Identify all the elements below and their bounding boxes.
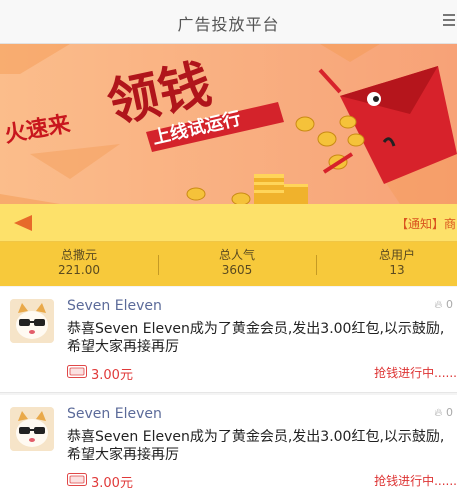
- like-count[interactable]: 🔥︎ 0: [434, 298, 453, 312]
- amount-value: 3.00元: [91, 368, 133, 383]
- top-bar: 广告投放平台: [0, 0, 457, 44]
- feed-message: 恭喜Seven Eleven成为了黄金会员,发出3.00红包,以示鼓励,希望大家…: [67, 321, 445, 355]
- user-name[interactable]: Seven Eleven: [67, 298, 162, 314]
- red-packet-icon: [67, 365, 87, 378]
- notice-bar[interactable]: 【通知】商: [0, 204, 457, 242]
- flame-icon: 🔥︎: [434, 406, 443, 419]
- stat-total-amount: 总撒元 221.00: [29, 248, 129, 278]
- stat-total-users: 总用户 13: [347, 248, 447, 278]
- speaker-icon: [14, 215, 32, 231]
- app-screen: 广告投放平台 火速来 领钱 上线试运行 【通知】商 总撒元 221.00 总人气…: [0, 0, 457, 496]
- feed-item[interactable]: Seven Eleven 🔥︎ 0 恭喜Seven Eleven成为了黄金会员,…: [0, 287, 457, 393]
- feed-item[interactable]: Seven Eleven 🔥︎ 0 恭喜Seven Eleven成为了黄金会员,…: [0, 395, 457, 496]
- like-count-value: 0: [446, 406, 453, 419]
- avatar[interactable]: [10, 299, 54, 343]
- stat-value: 13: [389, 263, 405, 277]
- amount-value: 3.00元: [91, 476, 133, 491]
- stats-bar: 总撒元 221.00 总人气 3605 总用户 13: [0, 242, 457, 286]
- stat-label: 总人气: [218, 248, 255, 262]
- user-name[interactable]: Seven Eleven: [67, 406, 162, 422]
- stat-divider: [316, 255, 317, 275]
- stat-value: 3605: [221, 263, 253, 277]
- menu-icon[interactable]: [443, 14, 457, 28]
- notice-text: 【通知】商: [396, 217, 457, 231]
- grab-status-link[interactable]: 抢钱进行中......: [374, 472, 457, 489]
- feed-message: 恭喜Seven Eleven成为了黄金会员,发出3.00红包,以示鼓励,希望大家…: [67, 429, 445, 463]
- stat-divider: [158, 255, 159, 275]
- flame-icon: 🔥︎: [434, 298, 443, 311]
- stat-total-popularity: 总人气 3605: [187, 248, 287, 278]
- like-count[interactable]: 🔥︎ 0: [434, 406, 453, 420]
- like-count-value: 0: [446, 298, 453, 311]
- page-title: 广告投放平台: [177, 15, 280, 34]
- avatar[interactable]: [10, 407, 54, 451]
- promo-banner[interactable]: 火速来 领钱 上线试运行: [0, 44, 457, 204]
- red-packet-icon: [67, 473, 87, 486]
- stat-label: 总用户: [378, 248, 415, 262]
- stat-value: 221.00: [58, 263, 100, 277]
- grab-status-link[interactable]: 抢钱进行中......: [374, 364, 457, 381]
- stat-label: 总撒元: [60, 248, 97, 262]
